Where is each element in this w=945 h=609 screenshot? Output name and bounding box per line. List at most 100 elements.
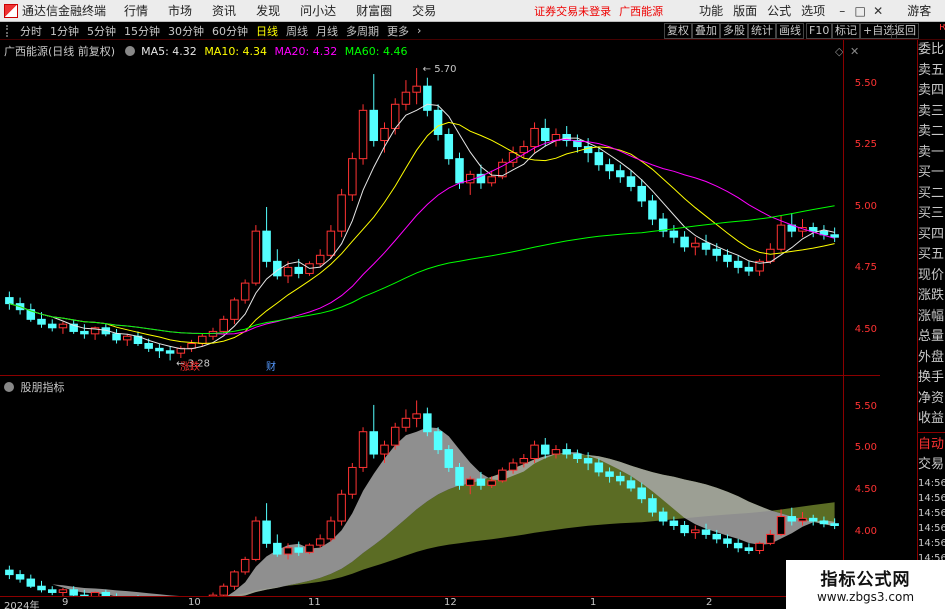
kline-legend: 广西能源(日线 前复权) MA5: 4.32 MA10: 4.34 MA20: … <box>4 43 411 59</box>
kline-chart[interactable]: ← 5.70 ← 3.28 涨跌财 广西能源(日线 前复权) MA5: 4.32 M… <box>0 40 880 375</box>
candle-body <box>294 266 303 274</box>
date-label: 9 <box>62 597 69 608</box>
candle-body <box>530 127 539 148</box>
period-30min[interactable]: 30分钟 <box>168 23 204 39</box>
panel-net-assets[interactable]: 净资 <box>918 389 945 410</box>
ma60-label: MA60: 4.46 <box>344 45 408 58</box>
candle-body <box>476 173 486 184</box>
panel-sell2[interactable]: 卖二 <box>918 122 945 143</box>
indicator-canvas[interactable] <box>0 376 880 596</box>
indicator-body <box>637 487 646 500</box>
panel-buy3[interactable]: 买三 <box>918 204 945 225</box>
tick-time: 14:56 <box>918 522 945 534</box>
menu-news[interactable]: 资讯 <box>212 2 236 19</box>
guest-label[interactable]: 游客 <box>907 2 931 19</box>
indicator-body <box>487 480 496 486</box>
app-name: 通达信金融终端 <box>22 4 107 18</box>
period-daily[interactable]: 日线 <box>256 23 278 39</box>
menu-ask[interactable]: 问小达 <box>300 2 336 19</box>
panel-buy1[interactable]: 买一 <box>918 163 945 184</box>
period-multi[interactable]: 多周期 <box>346 23 379 39</box>
settings-icon[interactable] <box>4 382 14 392</box>
panel-sell3[interactable]: 卖三 <box>918 102 945 123</box>
period-weekly[interactable]: 周线 <box>286 23 308 39</box>
menu-market[interactable]: 行情 <box>124 2 148 19</box>
ma10-line <box>9 121 835 344</box>
indicator-chart[interactable]: 股朋指标 5.50 5.00 4.50 4.00 <box>0 375 880 596</box>
indicator-body <box>326 520 336 540</box>
btn-multistock[interactable]: 多股 <box>720 23 748 39</box>
chevron-right-icon[interactable]: › <box>417 24 421 37</box>
panel-weibi[interactable]: 委比 <box>918 40 945 61</box>
minimize-icon[interactable]: – <box>835 4 849 18</box>
panel-buy5[interactable]: 买五 <box>918 245 945 266</box>
btn-mark[interactable]: 标记 <box>832 23 860 39</box>
indicator-body <box>755 542 764 551</box>
menu-trade[interactable]: 交易 <box>412 2 436 19</box>
watermark-url: www.zbgs3.com <box>816 590 915 604</box>
indicator-body <box>691 529 700 534</box>
period-15min[interactable]: 15分钟 <box>124 23 160 39</box>
panel-change-pct[interactable]: 涨幅 <box>918 307 945 328</box>
btn-draw[interactable]: 画线 <box>776 23 804 39</box>
btn-overlay[interactable]: 叠加 <box>692 23 720 39</box>
period-monthly[interactable]: 月线 <box>316 23 338 39</box>
maximize-icon[interactable]: □ <box>853 4 867 18</box>
btn-adjust[interactable]: 复权 <box>664 23 692 39</box>
panel-volume[interactable]: 总量 <box>918 327 945 348</box>
indicator-body <box>15 574 25 580</box>
candle-body <box>123 335 132 341</box>
indicator-body <box>766 533 775 544</box>
panel-trade[interactable]: 交易 <box>918 455 945 476</box>
settings-icon[interactable] <box>124 46 135 56</box>
date-label: 12 <box>444 597 457 608</box>
candle-body <box>455 158 464 184</box>
indicator-body <box>380 444 389 455</box>
menu-options[interactable]: 选项 <box>801 2 825 19</box>
panel-auto[interactable]: 自动 <box>918 435 945 456</box>
menu-layout[interactable]: 版面 <box>733 2 757 19</box>
candle-body <box>723 254 732 262</box>
period-1min[interactable]: 1分钟 <box>50 23 79 39</box>
menu-discover[interactable]: 发现 <box>256 2 280 19</box>
menu-formula[interactable]: 公式 <box>767 2 791 19</box>
btn-f10[interactable]: F10 <box>806 23 833 39</box>
indicator-body <box>315 538 325 546</box>
panel-change[interactable]: 涨跌 <box>918 286 945 307</box>
candle-body <box>766 248 775 262</box>
menu-function[interactable]: 功能 <box>699 2 723 19</box>
watermark: 指标公式网 www.zbgs3.com <box>786 560 945 609</box>
panel-sell1[interactable]: 卖一 <box>918 143 945 164</box>
btn-stats[interactable]: 统计 <box>748 23 776 39</box>
period-timeshare[interactable]: 分时 <box>20 23 42 39</box>
panel-turnover[interactable]: 换手 <box>918 368 945 389</box>
panel-corner: R <box>939 24 945 32</box>
candle-body <box>112 333 121 341</box>
panel-sell4[interactable]: 卖四 <box>918 81 945 102</box>
period-5min[interactable]: 5分钟 <box>87 23 116 39</box>
menu-exchange[interactable]: 市场 <box>168 2 192 19</box>
panel-earnings[interactable]: 收益 <box>918 409 945 430</box>
indicator-body <box>273 542 282 555</box>
login-alert[interactable]: 证券交易未登录 <box>534 3 611 19</box>
period-60min[interactable]: 60分钟 <box>212 23 248 39</box>
panel-price[interactable]: 现价 <box>918 266 945 287</box>
candle-body <box>433 109 443 135</box>
indicator-body <box>830 523 839 526</box>
panel-sell5[interactable]: 卖五 <box>918 61 945 82</box>
panel-outer-vol[interactable]: 外盘 <box>918 348 945 369</box>
candle-body <box>712 248 721 256</box>
btn-back[interactable]: 返回 <box>891 23 919 39</box>
close-icon[interactable]: ✕ <box>871 4 885 18</box>
period-more[interactable]: 更多 <box>387 23 409 39</box>
indicator-body <box>37 585 46 591</box>
candle-body <box>262 230 271 262</box>
indicator-body <box>798 517 807 522</box>
kline-canvas[interactable]: ← 5.70← 3.28涨跌财 <box>0 40 880 375</box>
candle-body <box>808 227 818 232</box>
candle-body <box>37 318 46 325</box>
panel-buy2[interactable]: 买二 <box>918 184 945 205</box>
toolbar-handle[interactable] <box>6 24 12 37</box>
panel-buy4[interactable]: 买四 <box>918 225 945 246</box>
menu-wealth[interactable]: 财富圈 <box>356 2 392 19</box>
